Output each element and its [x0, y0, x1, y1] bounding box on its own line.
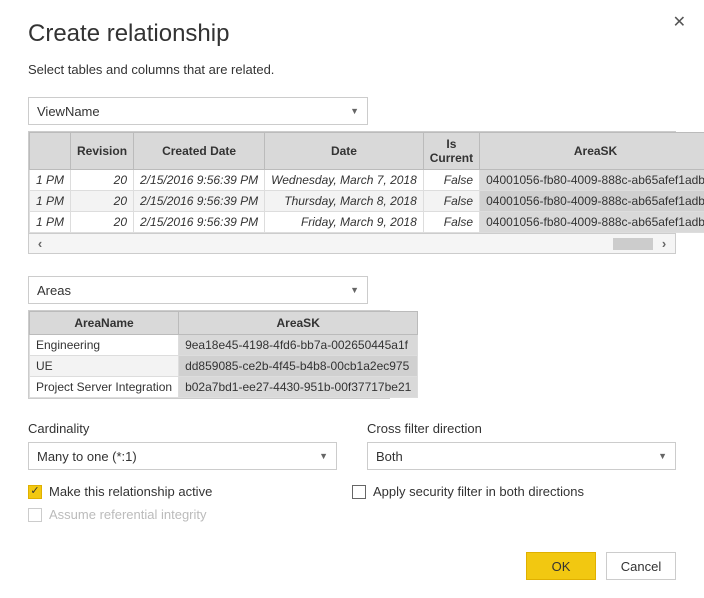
- integrity-checkbox-row: Assume referential integrity: [28, 507, 352, 522]
- cardinality-dropdown[interactable]: Many to one (*:1) ▼: [28, 442, 337, 470]
- caret-down-icon: ▼: [350, 106, 359, 116]
- crossfilter-dropdown[interactable]: Both ▼: [367, 442, 676, 470]
- dialog-title: Create relationship: [28, 20, 676, 48]
- th-areask[interactable]: AreaSK: [480, 133, 704, 170]
- th-blank[interactable]: [30, 133, 71, 170]
- table1-dropdown[interactable]: ViewName ▼: [28, 97, 368, 125]
- table1: Revision Created Date Date Is Current Ar…: [29, 132, 704, 233]
- table-row[interactable]: 1 PM 20 2/15/2016 9:56:39 PM Thursday, M…: [30, 191, 704, 212]
- th-revision[interactable]: Revision: [71, 133, 134, 170]
- scroll-thumb[interactable]: [613, 238, 653, 250]
- ok-button[interactable]: OK: [526, 552, 596, 580]
- integrity-checkbox-label: Assume referential integrity: [49, 507, 207, 522]
- security-checkbox-label: Apply security filter in both directions: [373, 484, 584, 499]
- dialog-subtitle: Select tables and columns that are relat…: [28, 62, 676, 77]
- th-iscurrent[interactable]: Is Current: [423, 133, 479, 170]
- table-row[interactable]: 1 PM 20 2/15/2016 9:56:39 PM Wednesday, …: [30, 170, 704, 191]
- cancel-button[interactable]: Cancel: [606, 552, 676, 580]
- table-row[interactable]: UE dd859085-ce2b-4f45-b4b8-00cb1a2ec975: [30, 356, 418, 377]
- table-row[interactable]: 1 PM 20 2/15/2016 9:56:39 PM Friday, Mar…: [30, 212, 704, 233]
- th-created[interactable]: Created Date: [134, 133, 265, 170]
- scroll-right-icon[interactable]: ›: [653, 236, 675, 251]
- cardinality-value: Many to one (*:1): [37, 449, 137, 464]
- cardinality-label: Cardinality: [28, 421, 337, 436]
- table2: AreaName AreaSK Engineering 9ea18e45-419…: [29, 311, 418, 398]
- table2-dropdown-label: Areas: [37, 283, 71, 298]
- scroll-left-icon[interactable]: ‹: [29, 236, 51, 251]
- caret-down-icon: ▼: [350, 285, 359, 295]
- table2-dropdown[interactable]: Areas ▼: [28, 276, 368, 304]
- table1-dropdown-label: ViewName: [37, 104, 100, 119]
- active-checkbox-row[interactable]: ✓ Make this relationship active: [28, 484, 352, 499]
- checkbox-icon: [352, 485, 366, 499]
- crossfilter-value: Both: [376, 449, 403, 464]
- close-button[interactable]: ✕: [673, 12, 686, 32]
- scroll-track[interactable]: [51, 238, 653, 250]
- horizontal-scrollbar[interactable]: ‹ ›: [29, 233, 675, 253]
- th-areaname[interactable]: AreaName: [30, 312, 179, 335]
- checkbox-icon: [28, 508, 42, 522]
- checkbox-checked-icon: ✓: [28, 485, 42, 499]
- table2-container: AreaName AreaSK Engineering 9ea18e45-419…: [28, 310, 390, 399]
- crossfilter-label: Cross filter direction: [367, 421, 676, 436]
- table-row[interactable]: Engineering 9ea18e45-4198-4fd6-bb7a-0026…: [30, 335, 418, 356]
- th-date[interactable]: Date: [265, 133, 424, 170]
- caret-down-icon: ▼: [658, 451, 667, 461]
- active-checkbox-label: Make this relationship active: [49, 484, 212, 499]
- table1-container: Revision Created Date Date Is Current Ar…: [28, 131, 676, 254]
- th-areask2[interactable]: AreaSK: [179, 312, 418, 335]
- caret-down-icon: ▼: [319, 451, 328, 461]
- table-row[interactable]: Project Server Integration b02a7bd1-ee27…: [30, 377, 418, 398]
- security-checkbox-row[interactable]: Apply security filter in both directions: [352, 484, 676, 499]
- create-relationship-dialog: ✕ Create relationship Select tables and …: [0, 0, 704, 598]
